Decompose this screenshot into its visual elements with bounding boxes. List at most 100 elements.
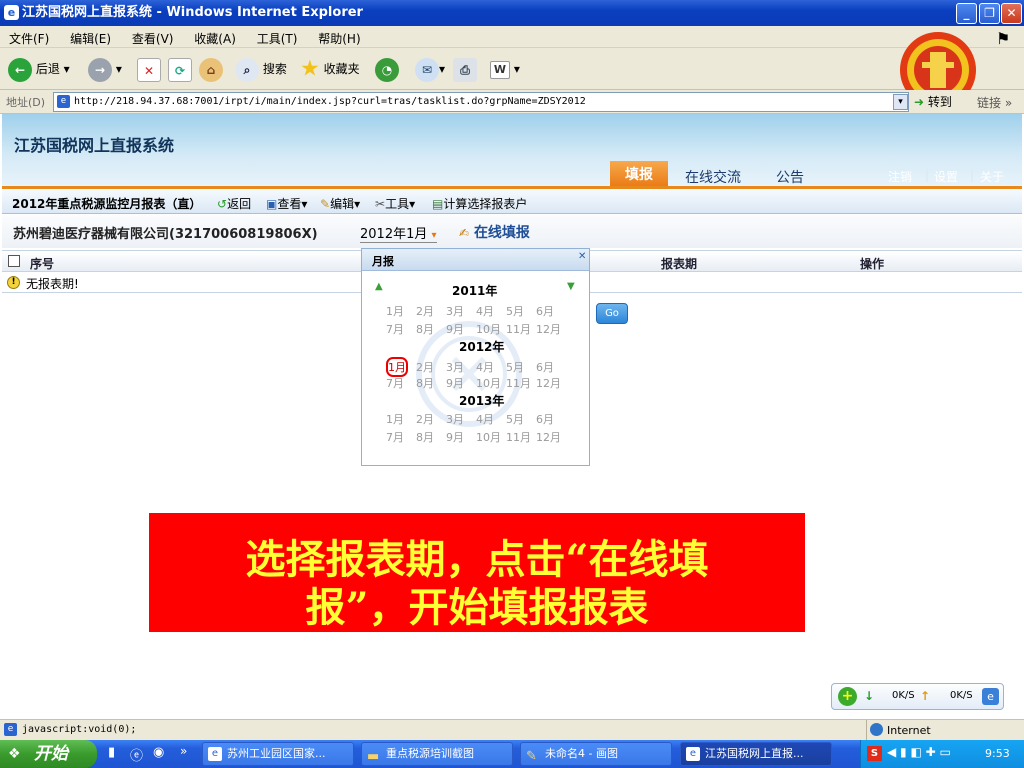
tools-menu-button[interactable]: ✂工具▾: [375, 195, 415, 212]
month-cell[interactable]: 3月: [446, 411, 476, 427]
back-button[interactable]: ← 后退 ▾: [8, 56, 70, 82]
refresh-button[interactable]: ⟳: [168, 56, 192, 82]
tab-fill-report[interactable]: 填报: [610, 161, 668, 187]
month-cell[interactable]: 5月: [506, 303, 536, 319]
month-cell[interactable]: 11月: [506, 429, 536, 445]
restore-button[interactable]: ❐: [979, 3, 1000, 24]
about-link[interactable]: 关于: [980, 168, 1004, 185]
task-item[interactable]: ▬ 重点税源培训截图: [361, 742, 513, 766]
url-dropdown-button[interactable]: ▾: [893, 94, 908, 110]
clock: 9:53: [985, 747, 1010, 760]
favorites-button[interactable]: ★ 收藏夹: [300, 56, 360, 82]
word-button[interactable]: W ▾: [490, 56, 520, 82]
search-button[interactable]: ⌕ 搜索: [235, 56, 287, 82]
edit-menu-button[interactable]: ✎编辑▾: [320, 195, 360, 212]
history-button[interactable]: ◔: [375, 56, 399, 82]
month-cell[interactable]: 7月: [386, 429, 416, 445]
month-cell[interactable]: 7月: [386, 375, 416, 391]
next-year-icon[interactable]: ▼: [567, 281, 575, 292]
menu-tools[interactable]: 工具(T): [248, 26, 306, 47]
month-cell[interactable]: 9月: [446, 429, 476, 445]
menu-edit[interactable]: 编辑(E): [61, 26, 119, 47]
month-cell[interactable]: 8月: [416, 429, 446, 445]
col-period: 报表期: [661, 257, 698, 271]
go-button[interactable]: Go: [596, 303, 628, 324]
home-button[interactable]: ⌂: [199, 56, 223, 82]
tray-icons[interactable]: ◀ ▮ ◧ ✚ ▭: [887, 745, 951, 759]
month-cell[interactable]: 2月: [416, 359, 446, 375]
add-icon[interactable]: +: [838, 687, 857, 706]
quicklaunch-icon[interactable]: ▮: [108, 745, 115, 760]
month-cell[interactable]: 8月: [416, 321, 446, 337]
month-cell[interactable]: 12月: [536, 375, 566, 391]
month-cell[interactable]: 6月: [536, 411, 566, 427]
period-selector[interactable]: 2012年1月 ▾: [360, 223, 437, 243]
month-cell[interactable]: 10月: [476, 321, 506, 337]
month-cell[interactable]: 1月: [386, 411, 416, 427]
month-cell[interactable]: 1月: [386, 303, 416, 319]
month-cell[interactable]: 12月: [536, 321, 566, 337]
month-cell[interactable]: 7月: [386, 321, 416, 337]
return-button[interactable]: ↺返回: [217, 195, 251, 212]
month-cell[interactable]: 5月: [506, 359, 536, 375]
task-item-active[interactable]: e 江苏国税网上直报...: [680, 742, 832, 766]
tab-announcements[interactable]: 公告: [776, 167, 804, 187]
start-label: 开始: [34, 744, 68, 764]
month-cell[interactable]: 3月: [446, 303, 476, 319]
go-button[interactable]: ➜ 转到: [914, 93, 952, 110]
calc-button[interactable]: ▤计算选择报表户: [432, 195, 527, 212]
month-cell[interactable]: 2月: [416, 411, 446, 427]
links-label[interactable]: 链接 »: [977, 94, 1012, 111]
more-quicklaunch-icon[interactable]: »: [180, 744, 187, 758]
month-cell[interactable]: 8月: [416, 375, 446, 391]
month-cell[interactable]: 9月: [446, 375, 476, 391]
menu-help[interactable]: 帮助(H): [309, 26, 368, 47]
window-title-bar: e 江苏国税网上直报系统 - Windows Internet Explorer…: [0, 0, 1024, 26]
close-icon[interactable]: ✕: [578, 251, 586, 262]
task-item[interactable]: e 苏州工业园区国家...: [202, 742, 354, 766]
menu-view[interactable]: 查看(V): [123, 26, 182, 47]
print-button[interactable]: ⎙: [453, 56, 477, 82]
minimize-button[interactable]: _: [956, 3, 977, 24]
start-button[interactable]: ❖ 开始: [0, 740, 97, 768]
online-fill-button[interactable]: ✍ 在线填报: [459, 222, 530, 242]
stop-button[interactable]: ✕: [137, 56, 161, 82]
prev-year-icon[interactable]: ▲: [375, 281, 383, 292]
forward-button[interactable]: → ▾: [88, 56, 122, 82]
menu-favorites[interactable]: 收藏(A): [185, 26, 244, 47]
month-cell[interactable]: 4月: [476, 359, 506, 375]
settings-link[interactable]: 设置: [934, 168, 958, 185]
month-cell[interactable]: 9月: [446, 321, 476, 337]
month-cell-selected[interactable]: 1月: [386, 357, 408, 377]
view-menu-button[interactable]: ▣查看▾: [266, 195, 307, 212]
sogou-icon[interactable]: S: [867, 746, 882, 761]
green-app-icon[interactable]: ◉: [153, 745, 164, 760]
month-cell[interactable]: 10月: [476, 375, 506, 391]
url-input[interactable]: e http://218.94.37.68:7001/irpt/i/main/i…: [53, 92, 909, 112]
mail-button[interactable]: ✉ ▾: [415, 56, 445, 82]
month-cell[interactable]: 12月: [536, 429, 566, 445]
menu-file[interactable]: 文件(F): [0, 26, 57, 47]
month-cell[interactable]: 10月: [476, 429, 506, 445]
ie-icon: e: [4, 5, 19, 20]
month-cell[interactable]: 3月: [446, 359, 476, 375]
close-button[interactable]: ✕: [1001, 3, 1022, 24]
tab-online-chat[interactable]: 在线交流: [685, 167, 741, 187]
calc-label: 计算选择报表户: [443, 197, 528, 211]
task-item[interactable]: ✎ 未命名4 - 画图: [520, 742, 672, 766]
month-cell[interactable]: 4月: [476, 411, 506, 427]
ie-icon[interactable]: e: [982, 688, 999, 705]
logout-link[interactable]: 注销: [888, 168, 912, 185]
month-cell[interactable]: 6月: [536, 359, 566, 375]
ie-quicklaunch-icon[interactable]: ⓔ: [130, 745, 143, 764]
month-cell[interactable]: 6月: [536, 303, 566, 319]
search-icon: ⌕: [235, 57, 259, 82]
system-tray: S ◀ ▮ ◧ ✚ ▭ 9:53: [860, 740, 1024, 768]
address-bar: 地址(D) e http://218.94.37.68:7001/irpt/i/…: [0, 90, 1024, 114]
select-all-checkbox[interactable]: [8, 255, 20, 267]
month-cell[interactable]: 4月: [476, 303, 506, 319]
month-cell[interactable]: 11月: [506, 375, 536, 391]
month-cell[interactable]: 11月: [506, 321, 536, 337]
month-cell[interactable]: 5月: [506, 411, 536, 427]
month-cell[interactable]: 2月: [416, 303, 446, 319]
